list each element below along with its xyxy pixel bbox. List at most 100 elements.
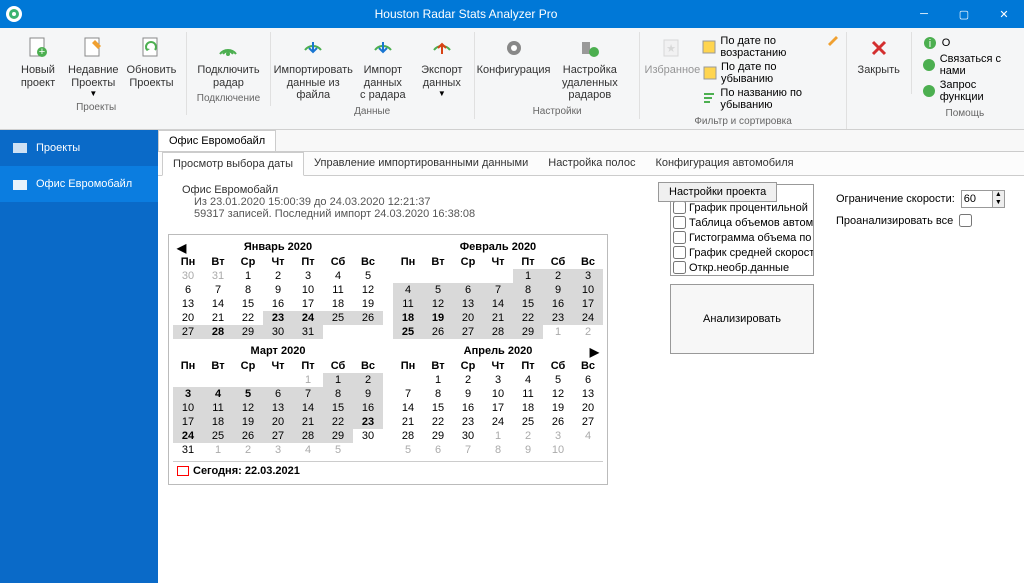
cal-day[interactable]: 28	[393, 429, 423, 443]
new-project-button[interactable]: +Новый проект	[12, 32, 64, 91]
cal-day[interactable]: 10	[483, 387, 513, 401]
cal-day[interactable]: 24	[573, 311, 603, 325]
cal-day[interactable]: 13	[263, 401, 293, 415]
analyze-button[interactable]: Анализировать	[670, 284, 814, 354]
cal-day[interactable]: 9	[353, 387, 383, 401]
cal-day[interactable]: 7	[203, 283, 233, 297]
cal-day[interactable]: 12	[543, 387, 573, 401]
cal-day[interactable]: 18	[203, 415, 233, 429]
cal-day[interactable]: 24	[173, 429, 203, 443]
cal-next[interactable]: ▶	[590, 345, 599, 359]
checklist-checkbox[interactable]	[673, 231, 686, 244]
cal-day[interactable]: 27	[573, 415, 603, 429]
checklist-item[interactable]: Откр.необр.данные	[671, 260, 813, 275]
cal-day[interactable]: 8	[423, 387, 453, 401]
checklist-checkbox[interactable]	[673, 261, 686, 274]
cal-day[interactable]: 25	[323, 311, 353, 325]
checklist-checkbox[interactable]	[673, 246, 686, 259]
cal-day[interactable]: 1	[423, 373, 453, 387]
cal-day[interactable]: 17	[173, 415, 203, 429]
cal-day[interactable]: 23	[353, 415, 383, 429]
sort-date-asc[interactable]: По дате по возрастанию	[702, 34, 821, 60]
cal-day[interactable]: 31	[173, 443, 203, 457]
cal-day[interactable]: 12	[423, 297, 453, 311]
checklist-item[interactable]: График процентильной	[671, 200, 813, 215]
close-button[interactable]: Закрыть	[853, 32, 905, 79]
cal-day[interactable]: 18	[393, 311, 423, 325]
cal-day[interactable]: 30	[353, 429, 383, 443]
cal-day[interactable]: 10	[173, 401, 203, 415]
minimize-button[interactable]: ─	[904, 0, 944, 28]
cal-day[interactable]: 24	[293, 311, 323, 325]
import-radar-button[interactable]: Импорт данных с радара	[350, 32, 416, 104]
cal-day[interactable]: 9	[263, 283, 293, 297]
cal-day[interactable]: 11	[393, 297, 423, 311]
cal-day[interactable]: 21	[393, 415, 423, 429]
cal-day[interactable]: 21	[203, 311, 233, 325]
cal-day[interactable]: 31	[293, 325, 323, 339]
cal-day[interactable]: 2	[233, 443, 263, 457]
cal-day[interactable]: 30	[453, 429, 483, 443]
cal-day[interactable]: 7	[453, 443, 483, 457]
cal-day[interactable]: 6	[173, 283, 203, 297]
project-settings-button[interactable]: Настройки проекта	[658, 182, 777, 202]
cal-day[interactable]: 17	[293, 297, 323, 311]
checklist-item[interactable]: График средней скорост	[671, 245, 813, 260]
subtab-view-dates[interactable]: Просмотр выбора даты	[162, 152, 304, 176]
subtab-vehicle-config[interactable]: Конфигурация автомобиля	[645, 152, 803, 175]
cal-day[interactable]: 20	[173, 311, 203, 325]
request-feature-button[interactable]: Запрос функции	[922, 78, 1008, 104]
cal-day[interactable]: 25	[393, 325, 423, 339]
cal-day[interactable]: 13	[173, 297, 203, 311]
maximize-button[interactable]: ▢	[944, 0, 984, 28]
cal-day[interactable]: 5	[393, 443, 423, 457]
cal-day[interactable]: 16	[263, 297, 293, 311]
cal-day[interactable]: 13	[573, 387, 603, 401]
cal-day[interactable]: 14	[203, 297, 233, 311]
cal-day[interactable]: 21	[483, 311, 513, 325]
cal-day[interactable]: 8	[513, 283, 543, 297]
about-button[interactable]: iО	[922, 34, 1008, 52]
cal-day[interactable]: 3	[573, 269, 603, 283]
cal-day[interactable]: 31	[203, 269, 233, 283]
cal-day[interactable]: 2	[263, 269, 293, 283]
cal-day[interactable]: 23	[543, 311, 573, 325]
cal-day[interactable]: 26	[423, 325, 453, 339]
cal-day[interactable]: 27	[453, 325, 483, 339]
cal-day[interactable]: 16	[543, 297, 573, 311]
checklist-item[interactable]: Таблица объемов автомо	[671, 215, 813, 230]
refresh-projects-button[interactable]: Обновить Проекты	[123, 32, 181, 91]
cal-day[interactable]: 14	[293, 401, 323, 415]
connect-radar-button[interactable]: Подключить радар	[193, 32, 263, 91]
cal-day[interactable]: 12	[353, 283, 383, 297]
cal-day[interactable]: 29	[423, 429, 453, 443]
cal-day[interactable]: 3	[543, 429, 573, 443]
cal-day[interactable]: 15	[233, 297, 263, 311]
cal-day[interactable]: 28	[203, 325, 233, 339]
cal-day[interactable]: 26	[233, 429, 263, 443]
cal-day[interactable]: 4	[203, 387, 233, 401]
cal-day[interactable]: 27	[263, 429, 293, 443]
cal-day[interactable]: 29	[513, 325, 543, 339]
cal-day[interactable]: 22	[233, 311, 263, 325]
cal-day[interactable]: 1	[323, 373, 353, 387]
cal-day[interactable]: 12	[233, 401, 263, 415]
cal-day[interactable]: 2	[513, 429, 543, 443]
recent-projects-button[interactable]: Недавние Проекты▼	[64, 32, 123, 100]
cal-day[interactable]: 27	[173, 325, 203, 339]
cal-day[interactable]: 18	[323, 297, 353, 311]
analyze-all-checkbox[interactable]	[959, 214, 972, 227]
cal-day[interactable]: 13	[453, 297, 483, 311]
cal-day[interactable]: 20	[573, 401, 603, 415]
cal-day[interactable]: 5	[423, 283, 453, 297]
cal-day[interactable]: 29	[323, 429, 353, 443]
cal-day[interactable]: 25	[203, 429, 233, 443]
cal-day[interactable]: 26	[543, 415, 573, 429]
cal-day[interactable]: 7	[483, 283, 513, 297]
cal-day[interactable]: 23	[263, 311, 293, 325]
cal-day[interactable]: 8	[483, 443, 513, 457]
export-data-button[interactable]: Экспорт данных▼	[416, 32, 468, 100]
cal-day[interactable]: 6	[453, 283, 483, 297]
cal-day[interactable]: 15	[513, 297, 543, 311]
cal-day[interactable]: 5	[233, 387, 263, 401]
